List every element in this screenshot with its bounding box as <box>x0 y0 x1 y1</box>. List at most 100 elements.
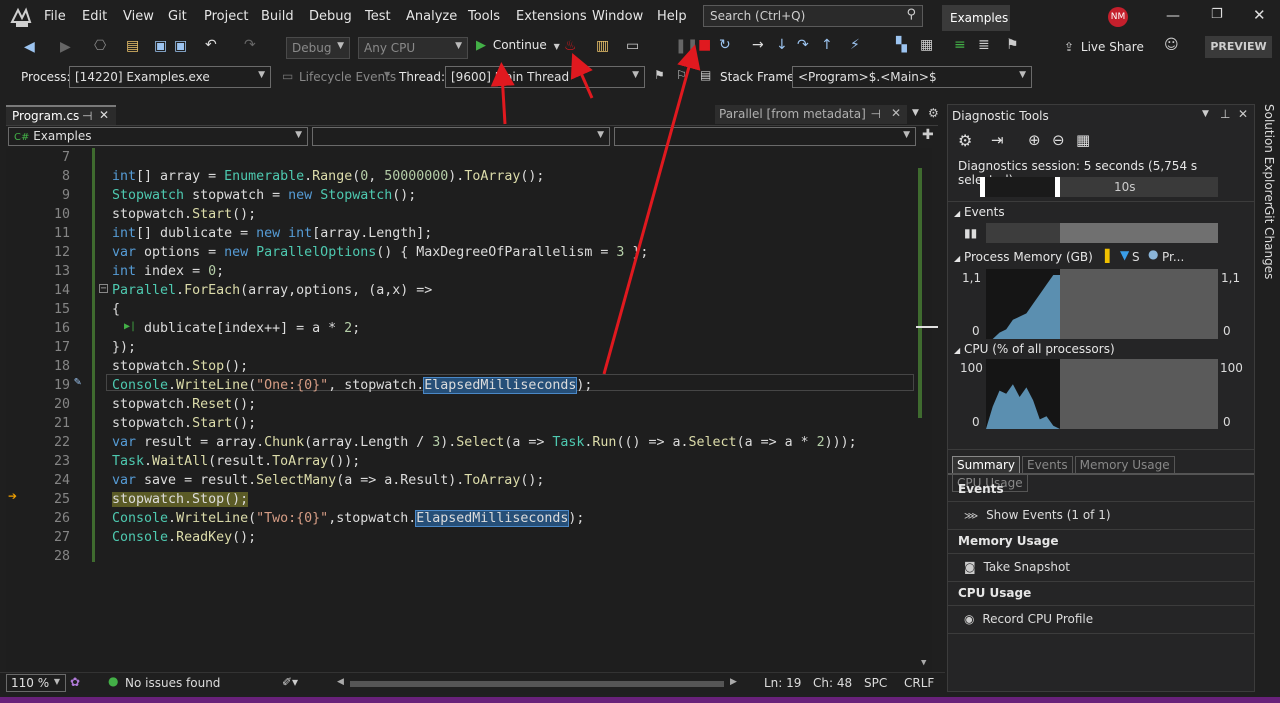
menu-file[interactable]: File <box>44 9 66 24</box>
take-snapshot-button[interactable]: ◙ Take Snapshot <box>964 560 1070 574</box>
restart-icon[interactable]: ↻ <box>719 37 731 53</box>
menu-edit[interactable]: Edit <box>82 9 107 24</box>
comment-icon[interactable]: ≡ <box>954 37 966 53</box>
close-window-icon[interactable]: ✕ <box>1253 6 1266 24</box>
menu-help[interactable]: Help <box>657 9 687 24</box>
horizontal-scrollbar[interactable] <box>350 681 724 687</box>
collapse-icon[interactable]: − <box>99 284 108 294</box>
browse-icon[interactable]: ▥ <box>596 38 609 54</box>
settings-icon[interactable]: ⚙ <box>958 131 972 150</box>
menu-project[interactable]: Project <box>204 9 248 24</box>
uncomment-icon[interactable]: ≣ <box>978 37 990 53</box>
process-dropdown[interactable]: [14220] Examples.exe ▼ <box>69 66 271 88</box>
stop-icon[interactable]: ■ <box>698 37 711 53</box>
lifecycle-events-label[interactable]: Lifecycle Events <box>299 70 396 84</box>
column-indicator[interactable]: Ch: 48 <box>813 676 852 690</box>
scroll-left-icon[interactable]: ◀ <box>337 677 344 687</box>
hot-path-icon[interactable]: ⚡ <box>850 37 860 53</box>
filter-icon[interactable]: ⚐ <box>676 68 687 82</box>
bookmark-icon[interactable]: ⚑ <box>1006 37 1019 53</box>
tab-overflow-icon[interactable]: ▼ <box>912 108 919 118</box>
cleanup-icon[interactable]: ✐▾ <box>282 675 298 689</box>
export-icon[interactable]: ⇥ <box>991 131 1004 149</box>
continue-button[interactable]: ▶ Continue ▼ <box>476 38 560 58</box>
pin-icon[interactable]: ⊣ <box>82 109 92 123</box>
platform-dropdown[interactable]: Any CPU ▼ <box>358 37 468 59</box>
scroll-right-icon[interactable]: ▶ <box>730 677 737 687</box>
stack-frame-dropdown[interactable]: <Program>$.<Main>$ ▼ <box>792 66 1032 88</box>
issues-label[interactable]: No issues found <box>125 676 220 690</box>
step-out-icon[interactable]: ↑ <box>821 37 833 53</box>
type-dropdown[interactable]: ▼ <box>312 127 610 146</box>
lifecycle-chevron-icon[interactable]: ▼ <box>384 70 390 79</box>
reset-zoom-icon[interactable]: ▦ <box>1076 131 1090 149</box>
close-tab-icon[interactable]: ✕ <box>99 108 109 122</box>
window-layout-icon[interactable]: ▭ <box>626 38 639 54</box>
panel-menu-icon[interactable]: ▼ <box>1202 109 1209 119</box>
tab-program-cs[interactable]: Program.cs ⊣ ✕ <box>6 105 116 125</box>
timeline-ruler[interactable]: 10s <box>980 177 1218 197</box>
pause-events-icon[interactable]: ▮▮ <box>964 226 977 240</box>
run-to-cursor-icon[interactable]: ▚ <box>896 37 907 53</box>
zoom-dropdown[interactable]: 110 % ▼ <box>6 674 66 692</box>
zoom-in-icon[interactable]: ⊕ <box>1028 131 1041 149</box>
menu-test[interactable]: Test <box>365 9 391 24</box>
open-folder-icon[interactable]: ▤ <box>126 38 139 54</box>
stack-icon[interactable]: ▤ <box>700 68 711 82</box>
member-dropdown[interactable]: ▼ <box>614 127 916 146</box>
pin-icon[interactable]: ⊣ <box>871 107 881 121</box>
configuration-dropdown[interactable]: Debug ▼ <box>286 37 350 59</box>
search-input[interactable]: Search (Ctrl+Q) ⚲ <box>703 5 923 27</box>
menu-extensions[interactable]: Extensions <box>516 9 587 24</box>
step-into-icon[interactable]: ↓ <box>776 37 788 53</box>
undo-icon[interactable]: ↶ <box>205 37 217 53</box>
menu-analyze[interactable]: Analyze <box>406 9 457 24</box>
flag-icon[interactable]: ⚑ <box>654 68 665 82</box>
edit-pencil-icon[interactable]: ✎ <box>74 374 81 388</box>
redo-icon[interactable]: ↷ <box>244 37 256 53</box>
feedback-icon[interactable]: ☺ <box>1164 37 1179 53</box>
close-tab-icon[interactable]: ✕ <box>891 106 901 120</box>
project-dropdown[interactable]: C# Examples ▼ <box>8 127 308 146</box>
pause-icon[interactable]: ❚❚ <box>675 38 698 54</box>
copilot-icon[interactable]: ✿ <box>70 675 80 689</box>
new-project-icon[interactable]: ⎔ <box>94 38 106 54</box>
solution-explorer-tab[interactable]: Solution Explorer <box>1262 104 1276 207</box>
tab-memory-usage[interactable]: Memory Usage <box>1074 456 1175 474</box>
threads-icon[interactable]: ▦ <box>920 37 933 53</box>
git-changes-tab[interactable]: Git Changes <box>1262 206 1276 279</box>
collapse-triangle-icon[interactable]: ◢ <box>954 254 960 263</box>
save-all-icon[interactable]: ▣ <box>174 38 187 54</box>
collapse-triangle-icon[interactable]: ◢ <box>954 209 960 218</box>
tab-summary[interactable]: Summary <box>952 456 1020 474</box>
close-panel-icon[interactable]: ✕ <box>1238 107 1248 121</box>
split-editor-icon[interactable]: ✚ <box>922 127 934 143</box>
pin-icon[interactable]: ⊥ <box>1220 107 1230 121</box>
restore-icon[interactable]: ❐ <box>1211 7 1223 22</box>
show-next-statement-icon[interactable]: → <box>752 37 764 53</box>
line-indicator[interactable]: Ln: 19 <box>764 676 801 690</box>
menu-view[interactable]: View <box>123 9 154 24</box>
scroll-down-icon[interactable]: ▼ <box>921 658 926 668</box>
menu-window[interactable]: Window <box>592 9 643 24</box>
tab-parallel-metadata[interactable]: Parallel [from metadata] ⊣ ✕ <box>715 105 907 124</box>
avatar[interactable]: NM <box>1108 7 1128 27</box>
menu-debug[interactable]: Debug <box>309 9 352 24</box>
nav-back-icon[interactable]: ◀ <box>24 39 35 55</box>
live-share-button[interactable]: ⇪ Live Share <box>1064 40 1144 58</box>
thread-dropdown[interactable]: [9600] Main Thread ▼ <box>445 66 645 88</box>
record-cpu-button[interactable]: ◉ Record CPU Profile <box>964 612 1093 626</box>
collapse-triangle-icon[interactable]: ◢ <box>954 346 960 355</box>
line-ending-indicator[interactable]: CRLF <box>904 676 934 690</box>
tab-events[interactable]: Events <box>1022 456 1073 474</box>
minimize-icon[interactable]: — <box>1166 8 1180 24</box>
code-editor[interactable]: ▼ 7 8 9 10 11 12 13 14 15 16 17 18 19 20… <box>6 148 938 672</box>
nav-forward-icon[interactable]: ▶ <box>60 39 71 55</box>
zoom-out-icon[interactable]: ⊖ <box>1052 131 1065 149</box>
settings-icon[interactable]: ⚙ <box>928 106 939 120</box>
menu-git[interactable]: Git <box>168 9 187 24</box>
hot-reload-icon[interactable]: ♨ <box>564 38 577 54</box>
solution-name[interactable]: Examples <box>942 5 1010 31</box>
show-events-link[interactable]: ⋙ Show Events (1 of 1) <box>964 508 1111 522</box>
step-over-icon[interactable]: ↷ <box>797 37 809 53</box>
